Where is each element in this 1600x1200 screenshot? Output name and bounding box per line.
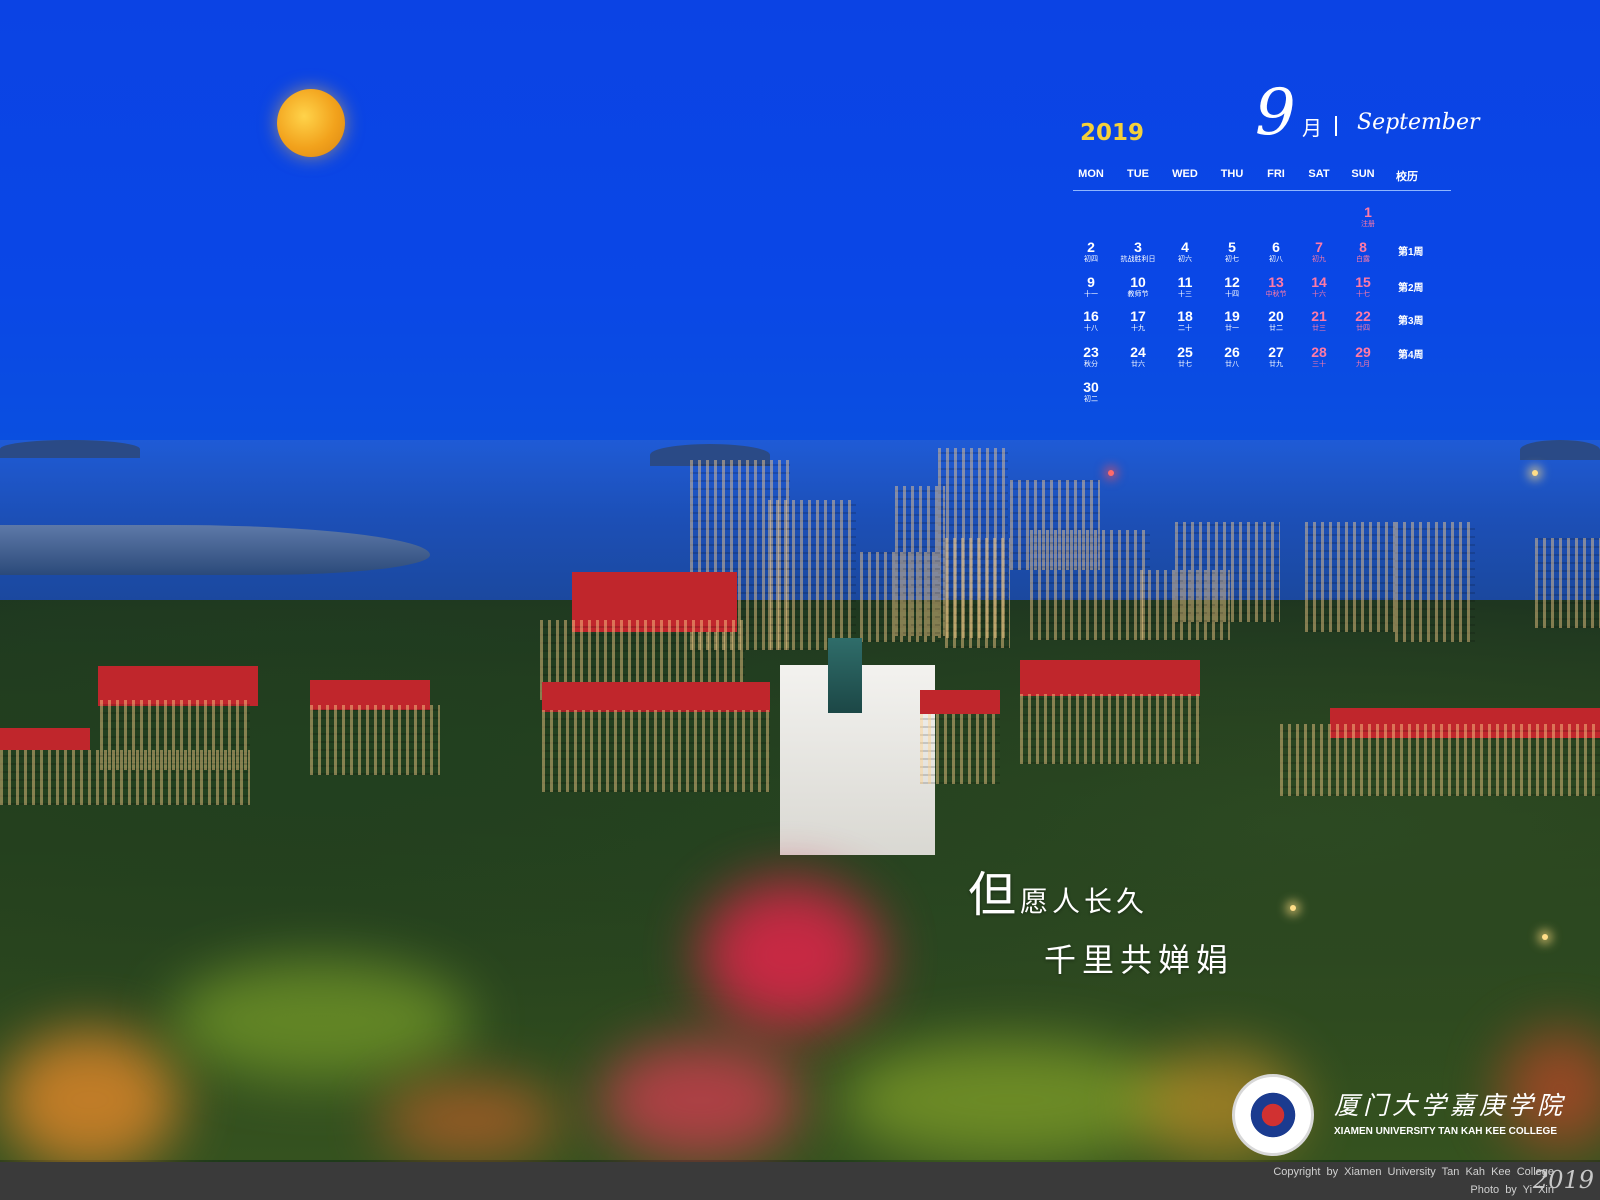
calendar-day: 19 廿一 <box>1224 308 1240 332</box>
tower-6 <box>945 538 1010 648</box>
calendar-day: 23 秋分 <box>1083 344 1099 368</box>
calendar-day: 10 教师节 <box>1127 274 1149 298</box>
island-left <box>0 440 140 458</box>
tower-12 <box>1395 522 1475 642</box>
calendar-day: 11 十三 <box>1177 274 1193 298</box>
calendar-day: 21 廿三 <box>1311 308 1327 332</box>
campus-roof-2 <box>0 728 90 750</box>
campus-bldg-5 <box>1280 724 1600 796</box>
calendar-day: 9 十一 <box>1084 274 1098 298</box>
calendar-day: 30 初二 <box>1083 379 1099 403</box>
college-seal-logo <box>1232 1074 1314 1156</box>
flower-blur <box>700 880 880 1030</box>
light <box>1542 934 1548 940</box>
calendar-day: 15 十七 <box>1355 274 1371 298</box>
flower-blur <box>380 1080 560 1160</box>
tower-13 <box>1535 538 1600 628</box>
weekday-label: SUN <box>1351 168 1375 180</box>
poem-line-1-rest: 愿人长久 <box>1020 885 1149 918</box>
tower-8 <box>1030 530 1150 640</box>
calendar-month-en: September <box>1357 110 1480 135</box>
tower-5 <box>860 552 940 642</box>
calendar-month-number: 9 <box>1255 76 1296 150</box>
weekday-label: MON <box>1078 168 1104 180</box>
calendar-day: 29 九月 <box>1355 344 1371 368</box>
calendar-day: 4 初六 <box>1178 239 1192 263</box>
light <box>1108 470 1114 476</box>
light <box>1290 905 1296 911</box>
weekday-label: THU <box>1220 168 1244 180</box>
week-number: 第1周 <box>1398 247 1424 258</box>
campus-bldg-4 <box>1020 694 1200 764</box>
light <box>1532 470 1538 476</box>
calendar-day: 6 初八 <box>1269 239 1283 263</box>
college-name-en: XIAMEN UNIVERSITY TAN KAH KEE COLLEGE <box>1334 1126 1557 1137</box>
leaf-blur <box>840 1040 1180 1160</box>
flower-blur <box>600 1040 800 1160</box>
moon <box>277 89 345 157</box>
campus-bldg-6 <box>920 714 1000 784</box>
leaf-blur <box>170 960 470 1080</box>
calendar-day: 2 初四 <box>1084 239 1098 263</box>
calendar-day: 16 十八 <box>1083 308 1099 332</box>
poem-line-1: 但愿人长久 <box>968 855 1148 925</box>
tower-11 <box>1305 522 1395 632</box>
weekday-label: FRI <box>1267 168 1285 180</box>
calendar-day: 25 廿七 <box>1177 344 1193 368</box>
calendar-day: 27 廿九 <box>1268 344 1284 368</box>
calendar-weekday-header: MON TUE WED THU FRI SAT SUN 校历 <box>1073 168 1453 188</box>
calendar-school-label: 校历 <box>1396 171 1418 183</box>
calendar-day: 17 十九 <box>1130 308 1146 332</box>
calendar-separator <box>1335 116 1337 136</box>
poem-initial: 但 <box>968 867 1021 923</box>
calendar-day: 8 白露 <box>1356 239 1370 263</box>
calendar-day: 26 廿八 <box>1224 344 1240 368</box>
flower-blur <box>0 1030 180 1162</box>
calendar-day: 1 注册 <box>1361 204 1375 228</box>
weekday-label: SAT <box>1308 168 1330 180</box>
green-glass <box>828 638 862 713</box>
calendar-day: 20 廿二 <box>1268 308 1284 332</box>
poem-line-2: 千里共婵娟 <box>1044 941 1235 979</box>
island-right <box>1520 440 1600 460</box>
calendar-divider <box>1073 190 1451 191</box>
calendar-day: 12 十四 <box>1224 274 1240 298</box>
campus-bldg-2 <box>0 750 250 805</box>
week-number: 第4周 <box>1398 350 1424 361</box>
calendar-day: 22 廿四 <box>1355 308 1371 332</box>
calendar-day: 5 初七 <box>1225 239 1239 263</box>
copyright-text: Copyright by Xiamen University Tan Kah K… <box>1273 1166 1554 1178</box>
calendar-month-cn: 月 <box>1302 118 1322 140</box>
calendar-day: 14 十六 <box>1311 274 1327 298</box>
campus-roof-6 <box>920 690 1000 714</box>
calendar-day: 28 三十 <box>1311 344 1327 368</box>
footer-year: 2019 <box>1532 1166 1594 1194</box>
weekday-label: TUE <box>1127 168 1149 180</box>
campus-roof-4 <box>1020 660 1200 696</box>
calendar-day: 18 二十 <box>1177 308 1193 332</box>
weekday-label: WED <box>1172 168 1198 180</box>
week-number: 第3周 <box>1398 316 1424 327</box>
college-name-cn: 厦门大学嘉庚学院 <box>1334 1091 1567 1120</box>
library-lower <box>542 710 770 792</box>
week-number: 第2周 <box>1398 283 1424 294</box>
tower-10 <box>1175 522 1280 622</box>
calendar-day: 24 廿六 <box>1130 344 1146 368</box>
footer-bar: Copyright by Xiamen University Tan Kah K… <box>0 1162 1600 1200</box>
calendar-day: 7 初九 <box>1312 239 1326 263</box>
calendar-day: 3 抗战胜利日 <box>1120 239 1156 263</box>
library-lower-roof <box>542 682 770 712</box>
calendar-year: 2019 <box>1080 120 1145 146</box>
seal-emblem <box>1247 1089 1299 1141</box>
glass-tower-2 <box>768 500 856 650</box>
calendar-day: 13 中秋节 <box>1265 274 1287 298</box>
campus-bldg-3 <box>310 705 440 775</box>
